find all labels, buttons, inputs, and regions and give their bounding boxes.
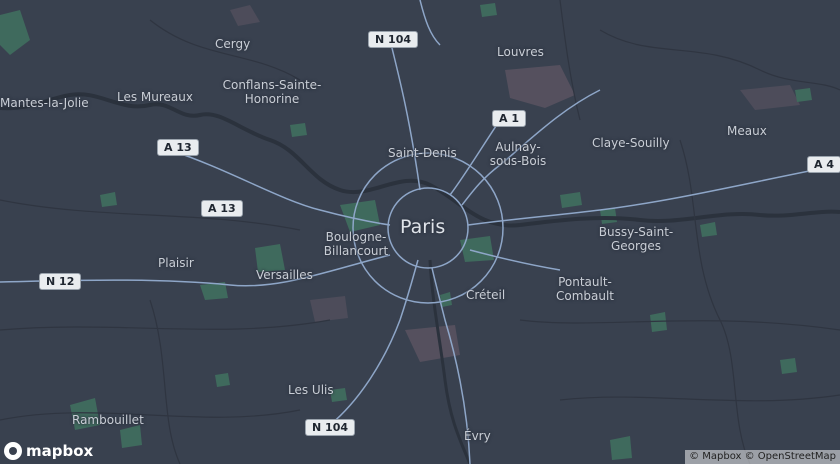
place-label-claye-souilly: Claye-Souilly bbox=[592, 136, 670, 150]
mapbox-logo-text: mapbox bbox=[26, 442, 94, 460]
road-shield-n104: N 104 bbox=[368, 31, 418, 48]
place-label-les-ulis: Les Ulis bbox=[288, 383, 334, 397]
place-label-plaisir: Plaisir bbox=[158, 256, 194, 270]
place-label-conflans: Conflans-Sainte- Honorine bbox=[222, 78, 322, 106]
place-label-boulogne: Boulogne- Billancourt bbox=[323, 230, 389, 258]
place-label-les-mureaux: Les Mureaux bbox=[117, 90, 193, 104]
road-shield-a13: A 13 bbox=[201, 200, 243, 217]
place-label-bussy: Bussy-Saint- Georges bbox=[598, 225, 674, 253]
mapbox-logo[interactable]: mapbox bbox=[4, 442, 93, 460]
road-shield-a13: A 13 bbox=[157, 139, 199, 156]
place-label-meaux: Meaux bbox=[727, 124, 767, 138]
place-label-pontault: Pontault- Combault bbox=[555, 275, 615, 303]
road-shield-n104: N 104 bbox=[305, 419, 355, 436]
place-label-mantes: Mantes-la-Jolie bbox=[0, 96, 89, 110]
road-shield-a4: A 4 bbox=[807, 156, 840, 173]
place-label-rambouillet: Rambouillet bbox=[72, 413, 144, 427]
place-label-creteil: Créteil bbox=[466, 288, 506, 302]
place-label-versailles: Versailles bbox=[256, 268, 313, 282]
place-label-paris: Paris bbox=[400, 216, 446, 238]
place-label-evry: Évry bbox=[464, 429, 491, 443]
mapbox-logo-icon bbox=[4, 442, 22, 460]
place-label-cergy: Cergy bbox=[215, 37, 251, 51]
place-label-louvres: Louvres bbox=[497, 45, 544, 59]
place-label-aulnay: Aulnay- sous-Bois bbox=[489, 140, 547, 168]
place-label-saint-denis: Saint-Denis bbox=[388, 146, 457, 160]
map-attribution[interactable]: © Mapbox © OpenStreetMap bbox=[685, 450, 840, 464]
road-shield-a1: A 1 bbox=[492, 110, 526, 127]
map-canvas[interactable]: Cergy Louvres Conflans-Sainte- Honorine … bbox=[0, 0, 840, 464]
road-shield-n12: N 12 bbox=[39, 273, 82, 290]
